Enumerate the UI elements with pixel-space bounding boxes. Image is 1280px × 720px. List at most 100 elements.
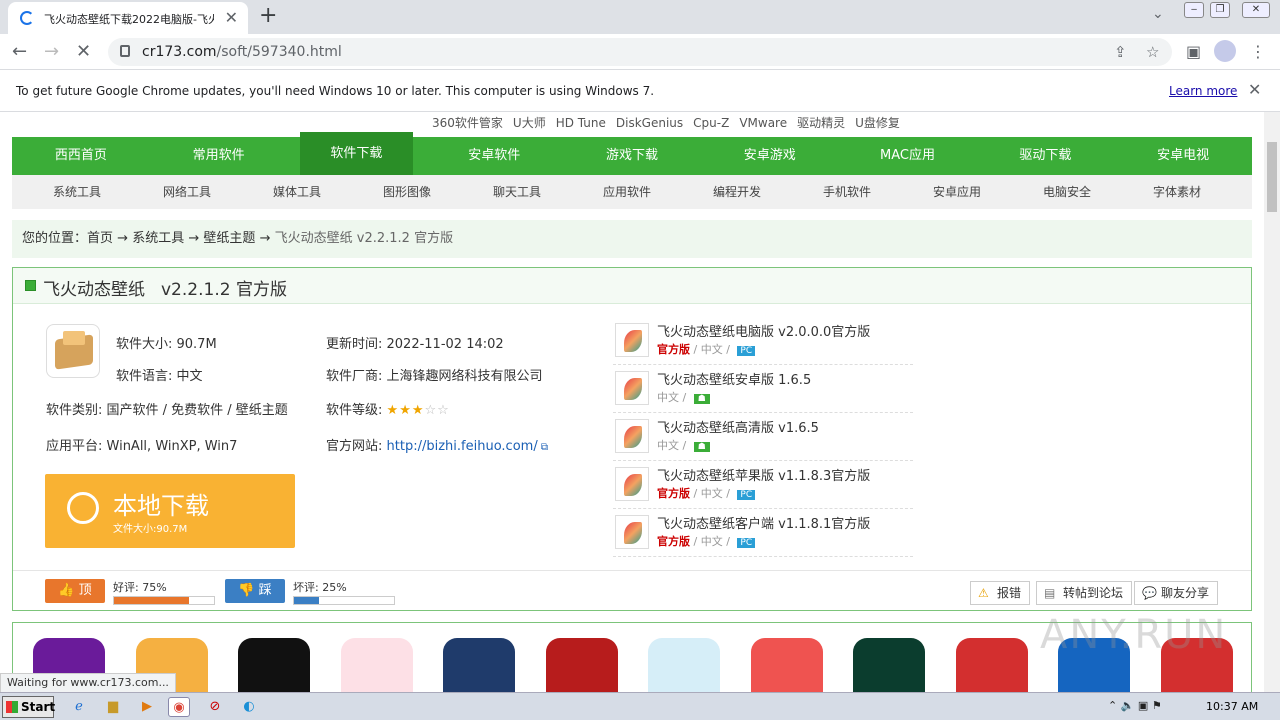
minimize-button[interactable]: ‒	[1184, 2, 1204, 18]
infobar-close-icon[interactable]: ✕	[1248, 80, 1261, 99]
related-item[interactable]: 飞火动态壁纸安卓版 1.6.5 中文 / ☗	[613, 369, 913, 413]
related-title[interactable]: 飞火动态壁纸安卓版 1.6.5	[657, 369, 811, 388]
back-icon[interactable]: ←	[12, 41, 27, 62]
related-tags: 中文 / ☗	[657, 389, 710, 405]
hotlink[interactable]: 驱动精灵	[797, 116, 845, 130]
hotlink[interactable]: VMware	[739, 116, 787, 130]
profile-avatar[interactable]	[1214, 40, 1236, 62]
ie-icon[interactable]: ℯ	[68, 697, 90, 717]
main-nav-item[interactable]: 软件下载	[299, 132, 414, 175]
gallery-app-icon[interactable]	[955, 638, 1028, 692]
tag-sep: /	[722, 535, 734, 548]
window-close-button[interactable]: ✕	[1242, 2, 1270, 18]
breadcrumb-cat2[interactable]: 壁纸主题	[203, 231, 255, 246]
network-icon[interactable]: ▣	[1138, 699, 1148, 712]
hotlink[interactable]: DiskGenius	[616, 116, 683, 130]
hotlink[interactable]: Cpu-Z	[693, 116, 729, 130]
hotlink[interactable]: U大师	[513, 116, 546, 130]
menu-kebab-icon[interactable]: ⋮	[1250, 42, 1266, 61]
antivirus-icon[interactable]: ⊘	[204, 697, 226, 717]
related-title[interactable]: 飞火动态壁纸高清版 v1.6.5	[657, 417, 819, 436]
main-nav-item[interactable]: 西西首页	[12, 137, 150, 175]
hotlink[interactable]: U盘修复	[855, 116, 900, 130]
report-error-button[interactable]: ⚠ 报错	[970, 581, 1031, 605]
related-title[interactable]: 飞火动态壁纸客户端 v1.1.8.1官方版	[657, 513, 870, 532]
media-player-icon[interactable]: ▶	[136, 697, 158, 717]
edge-icon[interactable]: ◐	[238, 697, 260, 717]
website-link[interactable]: http://bizhi.feihuo.com/	[387, 439, 538, 454]
external-link-icon: ⧉	[537, 442, 549, 453]
related-title[interactable]: 飞火动态壁纸电脑版 v2.0.0.0官方版	[657, 321, 870, 340]
main-nav-item[interactable]: 游戏下载	[563, 137, 701, 175]
url-text[interactable]: cr173.com/soft/597340.html	[142, 44, 342, 60]
tab-search-icon[interactable]: ⌄	[1152, 6, 1164, 22]
thumbs-up-button[interactable]: 👍 顶	[45, 579, 105, 603]
volume-icon[interactable]: 🔈	[1121, 699, 1135, 712]
related-item[interactable]: 飞火动态壁纸电脑版 v2.0.0.0官方版 官方版 / 中文 / PC	[613, 321, 913, 365]
clock[interactable]: 10:37 AM	[1206, 700, 1258, 713]
folder-icon[interactable]: ▆	[102, 697, 124, 717]
sub-nav-item[interactable]: 手机软件	[792, 175, 902, 209]
thumbs-up-icon: 👍	[58, 583, 79, 598]
bookmark-star-icon[interactable]: ☆	[1146, 43, 1159, 61]
tab-close-icon[interactable]: ✕	[225, 8, 238, 27]
related-item[interactable]: 飞火动态壁纸苹果版 v1.1.8.3官方版 官方版 / 中文 / PC	[613, 465, 913, 509]
related-item[interactable]: 飞火动态壁纸客户端 v1.1.8.1官方版 官方版 / 中文 / PC	[613, 513, 913, 557]
chrome-icon[interactable]: ◉	[168, 697, 190, 717]
forum-post-button[interactable]: ▤ 转帖到论坛	[1036, 581, 1133, 605]
panel-header: 飞火动态壁纸 v2.2.1.2 官方版	[13, 268, 1251, 304]
related-app-icon	[615, 371, 649, 405]
gallery-app-icon[interactable]	[853, 638, 925, 692]
main-nav-item[interactable]: 安卓游戏	[701, 137, 839, 175]
gallery-app-icon[interactable]	[340, 638, 413, 692]
gallery-app-icon[interactable]	[443, 638, 515, 692]
sub-nav-item[interactable]: 字体素材	[1122, 175, 1232, 209]
address-bar[interactable]: cr173.com/soft/597340.html ⇪ ☆	[108, 38, 1172, 66]
hotlink[interactable]: 360软件管家	[432, 116, 503, 130]
leaf-icon	[624, 330, 642, 352]
stop-icon[interactable]: ✕	[76, 41, 91, 62]
flag-icon[interactable]: ⚑	[1152, 699, 1162, 712]
gallery-app-icon[interactable]	[545, 638, 618, 692]
main-nav-item[interactable]: 驱动下载	[976, 137, 1114, 175]
thumbs-down-button[interactable]: 👎 踩	[225, 579, 285, 603]
main-nav-item[interactable]: MAC应用	[839, 137, 977, 175]
browser-tab[interactable]: 飞火动态壁纸下载2022电脑版-飞火 ✕	[8, 2, 248, 34]
gallery-app-icon[interactable]	[238, 638, 310, 692]
sub-nav-item[interactable]: 网络工具	[132, 175, 242, 209]
restore-button[interactable]: ❐	[1210, 2, 1230, 18]
learn-more-link[interactable]: Learn more	[1169, 84, 1237, 98]
main-nav-item[interactable]: 安卓软件	[425, 137, 563, 175]
breadcrumb-home[interactable]: 首页	[87, 231, 113, 246]
sub-nav-item[interactable]: 电脑安全	[1012, 175, 1122, 209]
sub-nav-item[interactable]: 系统工具	[22, 175, 132, 209]
sub-nav-item[interactable]: 应用软件	[572, 175, 682, 209]
scrollbar-thumb[interactable]	[1267, 142, 1277, 212]
lock-icon[interactable]	[120, 45, 130, 57]
share-icon[interactable]: ⇪	[1114, 43, 1127, 61]
tray-expand-icon[interactable]: ⌃	[1108, 699, 1117, 712]
forward-icon[interactable]: →	[44, 41, 59, 62]
sub-nav-item[interactable]: 聊天工具	[462, 175, 572, 209]
sub-nav-item[interactable]: 媒体工具	[242, 175, 352, 209]
related-item[interactable]: 飞火动态壁纸高清版 v1.6.5 中文 / ☗	[613, 417, 913, 461]
main-nav-item[interactable]: 安卓电视	[1114, 137, 1252, 175]
start-button[interactable]: Start	[2, 696, 55, 718]
side-panel-icon[interactable]: ▣	[1186, 42, 1201, 61]
gallery-app-icon[interactable]	[648, 638, 720, 692]
share-button[interactable]: 💬 聊友分享	[1134, 581, 1219, 605]
sub-nav-item[interactable]: 安卓应用	[902, 175, 1012, 209]
software-vendor: 软件厂商: 上海锋趣网络科技有限公司	[326, 369, 543, 384]
pc-badge: PC	[737, 346, 756, 356]
main-nav-item[interactable]: 常用软件	[150, 137, 288, 175]
breadcrumb-cat1[interactable]: 系统工具	[132, 231, 184, 246]
related-title[interactable]: 飞火动态壁纸苹果版 v1.1.8.3官方版	[657, 465, 870, 484]
hotlink[interactable]: HD Tune	[556, 116, 606, 130]
gallery-app-icon[interactable]	[750, 638, 823, 692]
sub-nav-item[interactable]: 编程开发	[682, 175, 792, 209]
new-tab-button[interactable]: +	[259, 3, 277, 28]
breadcrumb-arrow: →	[117, 231, 129, 246]
sub-nav-item[interactable]: 图形图像	[352, 175, 462, 209]
local-download-button[interactable]: 本地下载 文件大小:90.7M	[45, 474, 295, 548]
page-scrollbar[interactable]	[1264, 112, 1280, 692]
